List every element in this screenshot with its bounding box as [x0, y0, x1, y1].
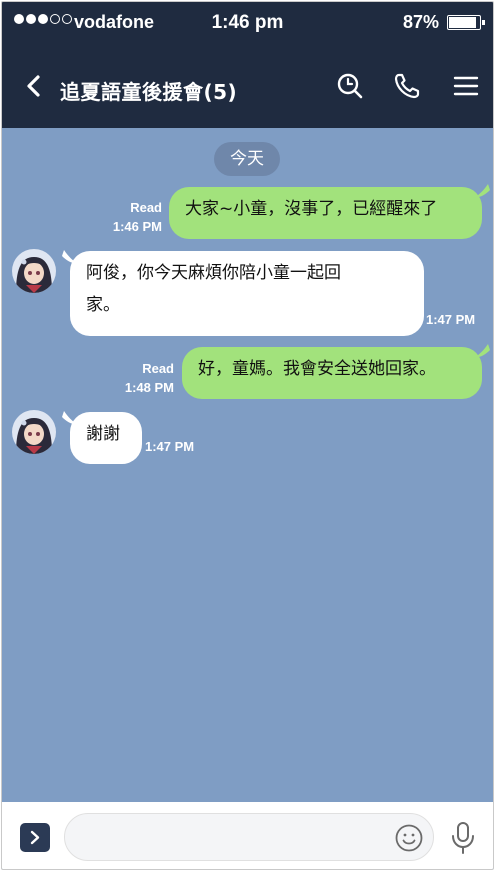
message-meta: Read 1:48 PM [114, 359, 174, 397]
read-status: Read [142, 361, 174, 376]
back-icon[interactable] [22, 74, 46, 98]
avatar[interactable] [12, 249, 56, 293]
message-time: 1:46 PM [112, 219, 162, 234]
mic-icon[interactable] [450, 821, 476, 855]
bubble-tail [474, 184, 490, 198]
date-separator: 今天 [214, 142, 280, 176]
outgoing-message[interactable]: 大家~小童，沒事了，已經醒來了 [169, 187, 482, 239]
message-text-line1: 阿俊，你今天麻煩你陪小童一起回 [86, 263, 341, 283]
search-icon[interactable] [336, 72, 364, 100]
avatar[interactable] [12, 410, 56, 454]
input-bar [2, 802, 493, 869]
phone-screen: vodafone 1:46 pm 87% 追夏語童後援會(5) 今天 Read … [1, 1, 494, 870]
outgoing-message[interactable]: 好，童媽。我會安全送她回家。 [182, 347, 482, 399]
chevron-right-icon [30, 830, 40, 845]
message-time: 1:48 PM [124, 380, 174, 395]
menu-icon[interactable] [452, 72, 480, 100]
chat-header: 追夏語童後援會(5) [2, 44, 493, 128]
message-text-line2: 家。 [86, 295, 120, 315]
read-status: Read [130, 200, 162, 215]
chat-title: 追夏語童後援會(5) [60, 80, 238, 104]
battery-icon [447, 15, 485, 30]
message-time: 1:47 PM [145, 439, 195, 454]
expand-button[interactable] [20, 823, 50, 852]
incoming-message[interactable]: 謝謝 [70, 412, 142, 464]
emoji-icon[interactable] [394, 823, 424, 853]
status-bar: vodafone 1:46 pm 87% [2, 2, 493, 44]
message-meta: Read 1:46 PM [102, 198, 162, 236]
message-time: 1:47 PM [426, 312, 476, 327]
message-input[interactable] [64, 813, 434, 861]
battery-percent: 87% [402, 12, 439, 32]
message-text: 大家~小童，沒事了，已經醒來了 [185, 199, 438, 219]
phone-icon[interactable] [393, 72, 421, 100]
incoming-message[interactable]: 阿俊，你今天麻煩你陪小童一起回 家。 [70, 251, 424, 336]
message-text: 好，童媽。我會安全送她回家。 [198, 359, 436, 379]
message-text: 謝謝 [86, 424, 120, 444]
bubble-tail [474, 344, 490, 358]
chat-area[interactable]: 今天 Read 1:46 PM 大家~小童，沒事了，已經醒來了 阿俊，你今天麻煩… [2, 128, 493, 802]
